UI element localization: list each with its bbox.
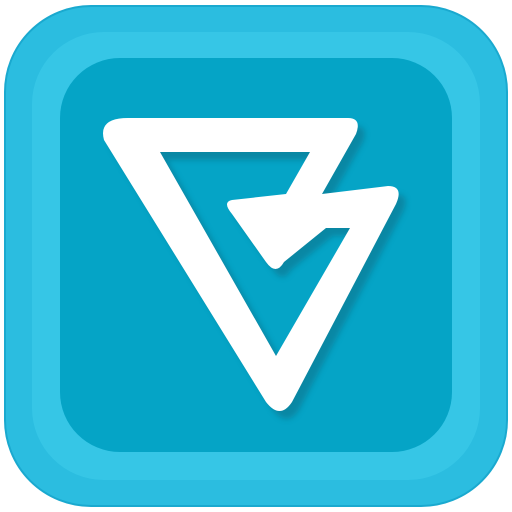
icon-face	[60, 58, 452, 452]
icon-canvas	[0, 0, 512, 512]
app-launcher-icon[interactable]	[0, 0, 512, 512]
